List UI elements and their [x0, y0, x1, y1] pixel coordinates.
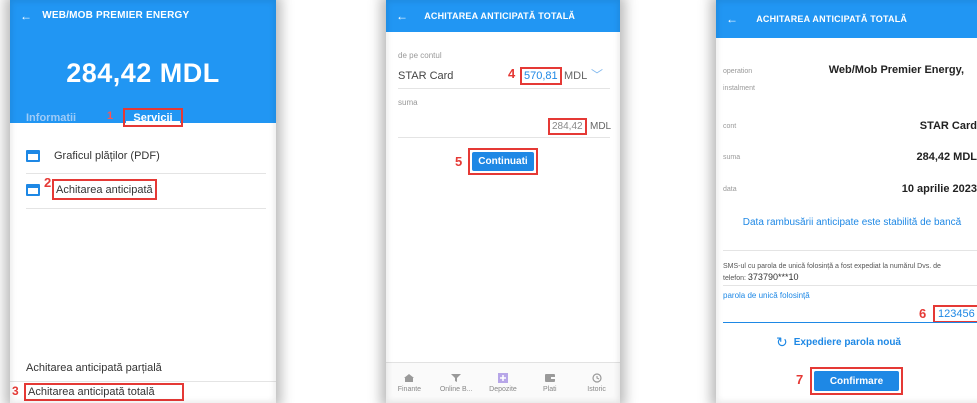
divider — [26, 208, 266, 209]
calendar-icon — [26, 150, 40, 162]
history-icon — [591, 373, 602, 383]
account-balance: 570,81 — [520, 67, 562, 85]
tab-informatii[interactable]: Informatii — [26, 112, 76, 124]
header: ← ACHITAREA ANTICIPATĂ TOTALĂ — [716, 0, 977, 38]
divider — [10, 381, 276, 382]
back-arrow-icon[interactable]: ← — [20, 9, 32, 23]
back-arrow-icon[interactable]: ← — [726, 12, 738, 26]
operation-value: Web/Mob Premier Energy, — [828, 64, 964, 76]
step-marker-1: 1 — [107, 110, 114, 122]
instalment-label: instalment — [723, 85, 755, 92]
divider — [398, 88, 610, 89]
screen-title: ACHITAREA ANTICIPATĂ TOTALĂ — [424, 11, 576, 21]
refresh-icon: ↻ — [776, 334, 788, 350]
otp-underline — [723, 322, 977, 323]
menu-item-schedule[interactable]: Graficul plăților (PDF) — [26, 150, 160, 162]
cont-label: cont — [723, 123, 737, 130]
divider — [26, 173, 266, 174]
divider — [398, 137, 610, 138]
screen-title: ACHITAREA ANTICIPATĂ TOTALĂ — [756, 14, 908, 24]
calendar-icon — [26, 183, 40, 196]
data-label: data — [723, 186, 737, 193]
step-marker-5: 5 — [455, 154, 463, 169]
step-marker-3: 3 — [12, 384, 19, 398]
menu-item-label: Achitarea anticipată — [52, 179, 157, 200]
bottom-nav: Finante Online B... Depozite Plati Istor… — [386, 362, 620, 403]
back-arrow-icon[interactable]: ← — [396, 9, 408, 23]
divider — [723, 285, 977, 286]
home-icon — [404, 374, 415, 382]
menu-item-label: Graficul plăților (PDF) — [54, 150, 160, 162]
account-name[interactable]: STAR Card — [398, 70, 453, 82]
otp-input[interactable]: 123456 — [933, 305, 977, 323]
settlement-info: Data rambusării anticipate este stabilit… — [742, 217, 962, 228]
confirm-button[interactable]: Confirmare — [814, 371, 899, 391]
menu-item-early-payment[interactable]: Achitarea anticipată — [26, 179, 157, 200]
nav-item-online[interactable]: Online B... — [433, 363, 480, 403]
sum-label: suma — [398, 98, 418, 107]
tab-underline — [126, 121, 180, 123]
plus-icon — [497, 373, 508, 383]
nav-item-istoric[interactable]: Istoric — [573, 363, 620, 403]
suma-label: suma — [723, 154, 741, 161]
chevron-down-icon[interactable]: ﹀ — [591, 66, 603, 83]
nav-item-depozite[interactable]: Depozite — [480, 363, 527, 403]
continue-button[interactable]: Continuati — [472, 152, 534, 171]
tab-servicii[interactable]: Servicii — [123, 108, 183, 127]
otp-label: parola de unică folosință — [723, 291, 810, 300]
nav-item-plati[interactable]: Plati — [526, 363, 573, 403]
screen-confirmation: ← ACHITAREA ANTICIPATĂ TOTALĂ operation … — [716, 0, 977, 403]
header: ← WEB/MOB PREMIER ENERGY 284,42 MDL Info… — [10, 0, 276, 127]
divider — [723, 250, 977, 251]
sum-input[interactable]: 284,42 — [548, 118, 587, 135]
header: ← ACHITAREA ANTICIPATĂ TOTALĂ — [386, 0, 620, 32]
phone-number: 373790***10 — [747, 272, 799, 282]
step-marker-7: 7 — [796, 372, 804, 387]
balance-currency: MDL — [564, 70, 588, 82]
balance-amount: 284,42 MDL — [66, 58, 220, 88]
step-marker-4: 4 — [508, 66, 516, 81]
cont-value: STAR Card — [919, 120, 977, 132]
data-value: 10 aprilie 2023 — [901, 183, 977, 195]
option-total[interactable]: Achitarea anticipată totală — [24, 383, 184, 401]
nav-item-finante[interactable]: Finante — [386, 363, 433, 403]
operation-label: operation — [723, 68, 753, 75]
option-partial[interactable]: Achitarea anticipată parțială — [26, 362, 162, 374]
wallet-icon — [544, 374, 555, 382]
step-marker-6: 6 — [919, 306, 927, 321]
sms-notice: SMS-ul cu parola de unică folosință a fo… — [723, 263, 941, 282]
resend-password-link[interactable]: ↻ Expediere parola nouă — [776, 334, 901, 351]
screen-services: ← WEB/MOB PREMIER ENERGY 284,42 MDL Info… — [10, 0, 276, 403]
filter-icon — [451, 374, 462, 382]
sum-currency: MDL — [590, 121, 612, 132]
suma-value: 284,42 MDL — [916, 151, 977, 163]
screen-early-payment: ← ACHITAREA ANTICIPATĂ TOTALĂ de pe cont… — [386, 0, 620, 403]
account-label: de pe contul — [398, 51, 442, 60]
screen-title: WEB/MOB PREMIER ENERGY — [42, 10, 190, 21]
